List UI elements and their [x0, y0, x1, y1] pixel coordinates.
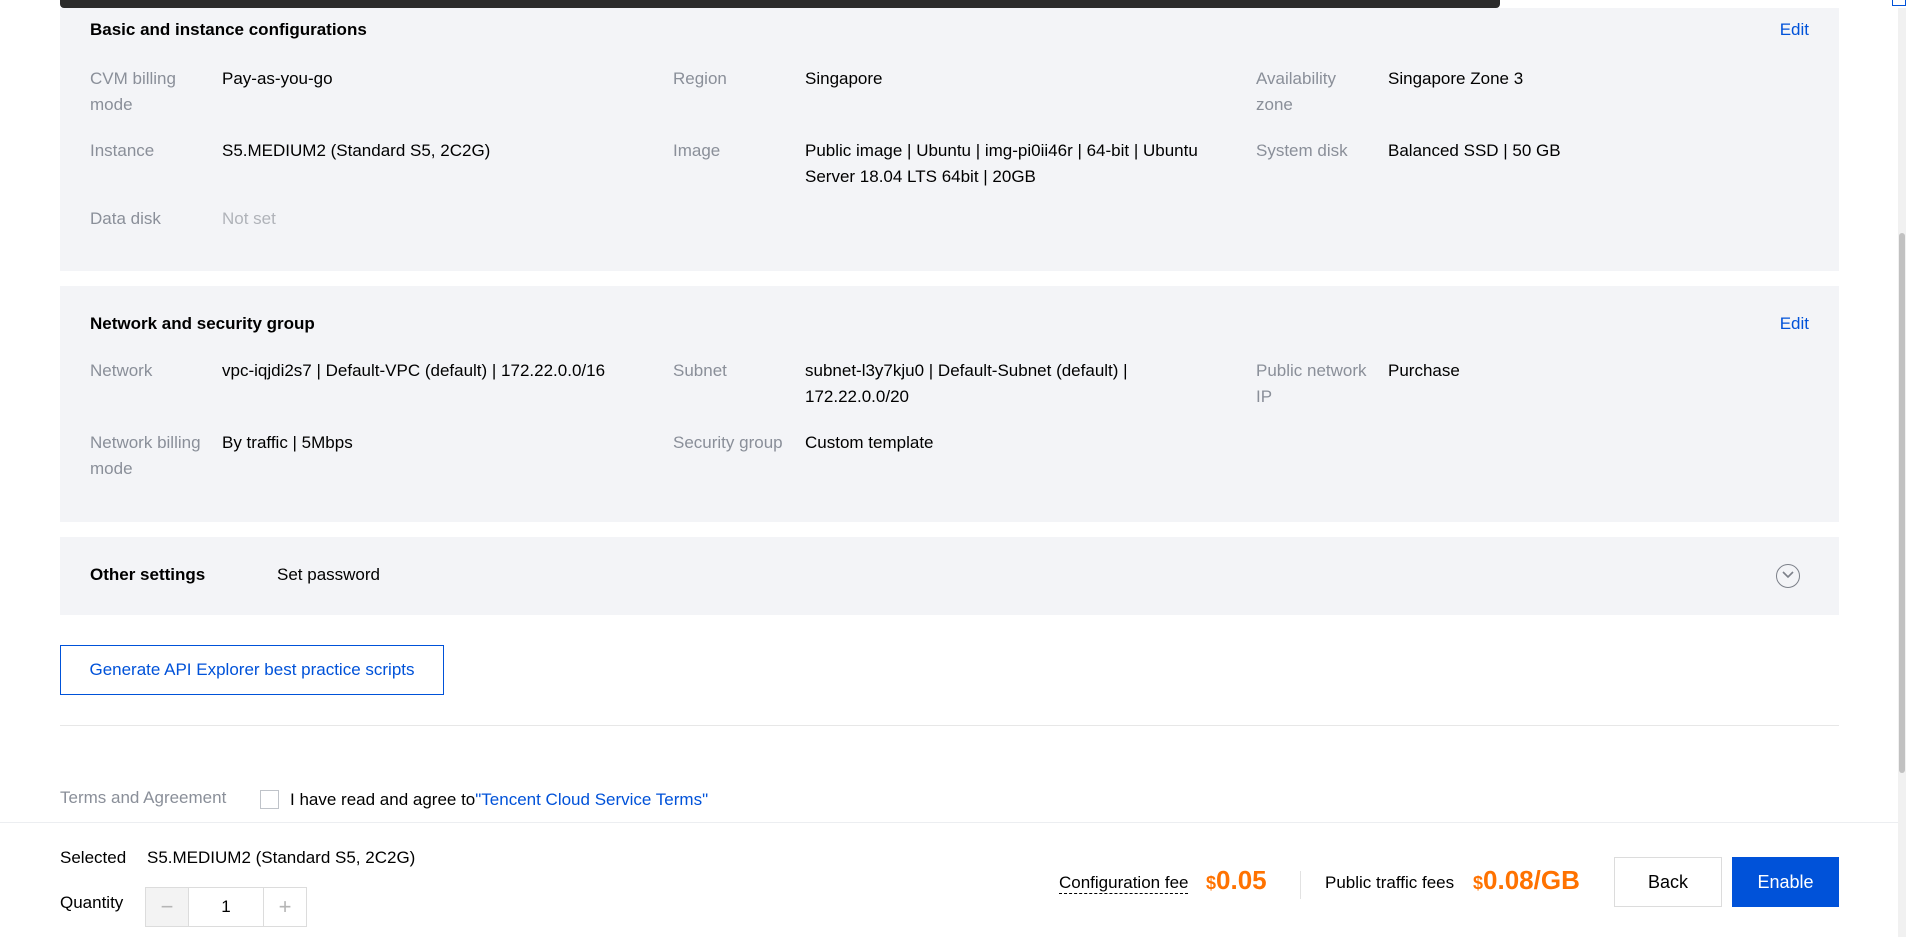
- traffic-fee-value: 0.08/GB: [1483, 865, 1580, 895]
- terms-link[interactable]: "Tencent Cloud Service Terms": [475, 790, 708, 809]
- security-group-value: Custom template: [805, 433, 934, 452]
- network-label: Network: [90, 361, 153, 380]
- quantity-input[interactable]: 1: [188, 888, 264, 926]
- network-edit-link[interactable]: Edit: [1780, 314, 1809, 334]
- basic-config-title: Basic and instance configurations: [90, 20, 367, 39]
- generate-api-scripts-button[interactable]: Generate API Explorer best practice scri…: [60, 645, 444, 695]
- public-ip-label: Public network IP: [1256, 361, 1367, 406]
- page-scrollbar[interactable]: [1898, 8, 1906, 937]
- chevron-down-circle-icon[interactable]: [1776, 564, 1800, 588]
- network-panel: Network and security group Edit Network …: [60, 286, 1839, 522]
- section-divider: [60, 725, 1839, 726]
- basic-config-panel: Basic and instance configurations Edit C…: [60, 8, 1839, 271]
- availability-zone-label: Availability zone: [1256, 69, 1337, 114]
- traffic-fee-label: Public traffic fees: [1325, 873, 1455, 892]
- config-fee-label[interactable]: Configuration fee: [1059, 873, 1189, 894]
- data-disk-value: Not set: [222, 209, 276, 228]
- network-title: Network and security group: [90, 314, 315, 333]
- network-billing-label: Network billing mode: [90, 433, 201, 478]
- system-disk-value: Balanced SSD | 50 GB: [1388, 141, 1561, 160]
- enable-button[interactable]: Enable: [1732, 857, 1839, 907]
- traffic-fee-amount: $0.08/GB: [1473, 865, 1580, 896]
- region-value: Singapore: [805, 69, 883, 88]
- scrollbar-thumb[interactable]: [1899, 233, 1905, 773]
- terms-text-prefix: I have read and agree to: [290, 790, 476, 809]
- network-value: vpc-iqjdi2s7 | Default-VPC (default) | 1…: [222, 361, 606, 380]
- subnet-value: subnet-l3y7kju0 | Default-Subnet (defaul…: [805, 361, 1128, 406]
- network-billing-value: By traffic | 5Mbps: [222, 433, 353, 452]
- image-value: Public image | Ubuntu | img-pi0ii46r | 6…: [805, 141, 1198, 186]
- basic-config-edit-link[interactable]: Edit: [1780, 20, 1809, 40]
- config-fee-currency: $: [1206, 873, 1217, 893]
- top-bar-shadow: [60, 0, 1500, 8]
- subnet-label: Subnet: [673, 361, 727, 380]
- data-disk-label: Data disk: [90, 209, 161, 228]
- terms-checkbox[interactable]: [260, 790, 279, 809]
- other-settings-title: Other settings: [90, 565, 206, 584]
- purchase-footer: Selected S5.MEDIUM2 (Standard S5, 2C2G) …: [0, 822, 1898, 937]
- public-ip-value: Purchase: [1388, 361, 1460, 380]
- selected-label: Selected: [60, 848, 127, 867]
- config-fee-value: 0.05: [1216, 865, 1267, 895]
- corner-indicator: [1892, 0, 1906, 6]
- other-settings-panel[interactable]: Other settings Set password: [60, 537, 1839, 615]
- quantity-increment-button[interactable]: +: [264, 888, 306, 926]
- quantity-label: Quantity: [60, 893, 124, 912]
- terms-text: I have read and agree to"Tencent Cloud S…: [290, 790, 708, 810]
- instance-value: S5.MEDIUM2 (Standard S5, 2C2G): [222, 141, 491, 160]
- availability-zone-value: Singapore Zone 3: [1388, 69, 1524, 88]
- system-disk-label: System disk: [1256, 141, 1348, 160]
- quantity-decrement-button[interactable]: −: [146, 888, 188, 926]
- selected-value: S5.MEDIUM2 (Standard S5, 2C2G): [147, 848, 416, 867]
- quantity-stepper: − 1 +: [145, 887, 307, 927]
- security-group-label: Security group: [673, 433, 783, 452]
- back-button[interactable]: Back: [1614, 857, 1722, 907]
- browser-top-bar: [0, 0, 1906, 8]
- instance-label: Instance: [90, 141, 155, 160]
- other-settings-value: Set password: [277, 565, 380, 584]
- region-label: Region: [673, 69, 727, 88]
- config-fee-amount: $0.05: [1206, 865, 1267, 896]
- billing-mode-label: CVM billing mode: [90, 69, 176, 114]
- image-label: Image: [673, 141, 721, 160]
- billing-mode-value: Pay-as-you-go: [222, 69, 333, 88]
- traffic-fee-currency: $: [1473, 873, 1484, 893]
- terms-label: Terms and Agreement: [60, 788, 227, 807]
- fee-separator: [1300, 871, 1301, 899]
